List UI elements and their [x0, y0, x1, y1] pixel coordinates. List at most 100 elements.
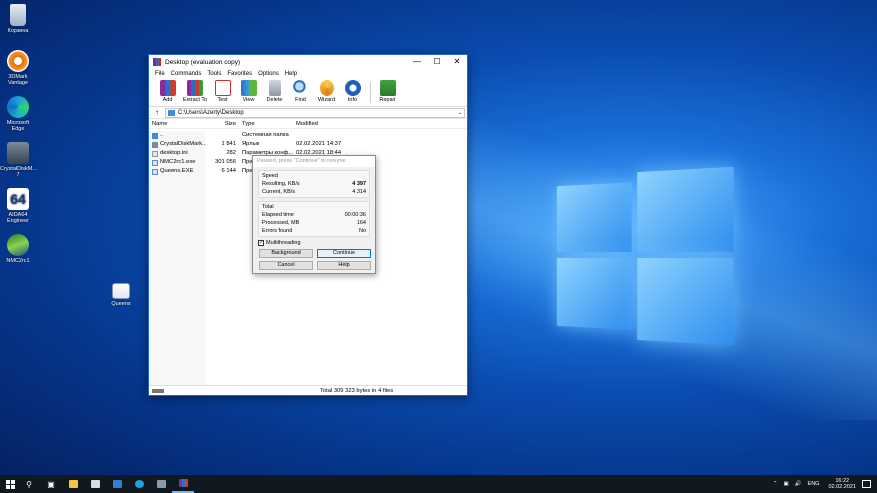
- desktop-icon-queens[interactable]: Queens: [103, 283, 139, 307]
- window-titlebar[interactable]: Desktop (evaluation copy) — ☐ ✕: [149, 55, 467, 69]
- menu-bar: File Commands Tools Favorites Options He…: [149, 69, 467, 79]
- menu-options[interactable]: Options: [255, 69, 282, 79]
- aida64-icon: 64: [7, 188, 29, 210]
- column-name[interactable]: Name: [149, 119, 206, 128]
- view-button[interactable]: View: [236, 79, 261, 106]
- extract-to-button[interactable]: Extract To: [181, 79, 209, 106]
- desktop-icon-3dmark[interactable]: 3DMark Vantage: [0, 50, 36, 86]
- toolbar: Add Extract To Test View Delete Find Wiz…: [149, 79, 467, 107]
- chevron-down-icon[interactable]: ⌄: [456, 110, 464, 116]
- search-icon[interactable]: ⚲: [18, 475, 40, 493]
- resulting-speed-value: 4 397: [352, 180, 366, 188]
- add-icon: [160, 80, 176, 96]
- edge-icon: [7, 96, 29, 118]
- edge-taskbar-icon[interactable]: [128, 475, 150, 493]
- status-text: Total 309 323 bytes in 4 files: [320, 386, 393, 396]
- display-icon[interactable]: [150, 475, 172, 493]
- up-arrow-icon[interactable]: ↑: [149, 108, 165, 117]
- desktop-icon-aida64[interactable]: 64 AIDA64 Engineer: [0, 188, 36, 224]
- start-button[interactable]: [4, 475, 18, 493]
- drive-icon[interactable]: [152, 389, 164, 393]
- checkmark-icon: ✓: [258, 240, 264, 246]
- cancel-button[interactable]: Cancel: [259, 261, 313, 270]
- info-button[interactable]: Info: [340, 79, 365, 106]
- add-button[interactable]: Add: [155, 79, 180, 106]
- view-icon: [241, 80, 257, 96]
- column-type[interactable]: Type: [238, 119, 294, 128]
- dialog-buttons: Background Continue Cancel Help: [259, 249, 375, 270]
- continue-button[interactable]: Continue: [317, 249, 371, 258]
- info-icon: [345, 80, 361, 96]
- benchmark-dialog: Paused, press "Continue" to resume Speed…: [252, 155, 376, 274]
- menu-commands[interactable]: Commands: [168, 69, 205, 79]
- exe-file-icon: [152, 169, 158, 175]
- windows-wallpaper-logo: [557, 167, 734, 346]
- test-button[interactable]: Test: [210, 79, 235, 106]
- clock[interactable]: 16:22 02.02.2021: [828, 478, 856, 491]
- exe-file-icon: [152, 160, 158, 166]
- address-field[interactable]: C:\Users\Azerty\Desktop ⌄: [165, 108, 465, 118]
- app-icon: [153, 58, 161, 66]
- maximize-button[interactable]: ☐: [427, 55, 447, 69]
- list-item[interactable]: CrystalDiskMark... 1 841 Ярлык 02.02.202…: [149, 140, 467, 149]
- 3dmark-icon: [7, 50, 29, 72]
- delete-button[interactable]: Delete: [262, 79, 287, 106]
- desktop-icon-recycle-bin[interactable]: Корзина: [0, 4, 36, 34]
- status-bar: Total 309 323 bytes in 4 files: [149, 385, 467, 395]
- current-speed-value: 4 314: [352, 188, 366, 196]
- chevron-up-icon[interactable]: ⌃: [773, 481, 778, 487]
- extract-icon: [187, 80, 203, 96]
- desktop-icon-nmc2rc1[interactable]: NMC2rc1: [0, 234, 36, 264]
- close-button[interactable]: ✕: [447, 55, 467, 69]
- repair-button[interactable]: Repair: [375, 79, 400, 106]
- test-icon: [215, 80, 231, 96]
- file-list-header: Name Size Type Modified: [149, 119, 467, 129]
- settings-file-icon: [152, 151, 158, 157]
- dialog-title: Paused, press "Continue" to resume: [253, 156, 375, 167]
- elapsed-time-value: 00:00:36: [345, 211, 366, 219]
- address-path: C:\Users\Azerty\Desktop: [178, 110, 456, 116]
- notification-icon[interactable]: [862, 480, 871, 488]
- find-icon: [293, 80, 309, 96]
- wizard-icon: [320, 80, 334, 96]
- mail-icon[interactable]: [106, 475, 128, 493]
- recycle-bin-icon: [10, 4, 26, 26]
- language-indicator[interactable]: ENG: [808, 481, 820, 487]
- crystaldiskmark-icon: [7, 142, 29, 164]
- menu-file[interactable]: File: [152, 69, 168, 79]
- desktop-icon-edge[interactable]: Microsoft Edge: [0, 96, 36, 132]
- system-tray: ⌃ ▣ 🔊 ENG 16:22 02.02.2021: [770, 475, 877, 493]
- help-button[interactable]: Help: [317, 261, 371, 270]
- desktop-icon-crystaldiskmark[interactable]: CrystalDiskM... 7: [0, 142, 36, 178]
- minimize-button[interactable]: —: [407, 55, 427, 69]
- menu-help[interactable]: Help: [282, 69, 300, 79]
- store-icon[interactable]: [84, 475, 106, 493]
- shortcut-icon: [152, 142, 158, 148]
- volume-icon[interactable]: 🔊: [795, 481, 802, 487]
- find-button[interactable]: Find: [288, 79, 313, 106]
- column-size[interactable]: Size: [206, 119, 238, 128]
- list-item[interactable]: .. Системная папка: [149, 131, 467, 140]
- menu-tools[interactable]: Tools: [204, 69, 224, 79]
- repair-icon: [380, 80, 396, 96]
- archiver-taskbar-icon[interactable]: [172, 475, 194, 493]
- delete-icon: [269, 80, 281, 96]
- errors-value: No: [359, 227, 366, 235]
- folder-icon: [168, 110, 175, 116]
- toolbar-separator: [370, 82, 371, 103]
- column-modified[interactable]: Modified: [294, 119, 354, 128]
- network-icon[interactable]: ▣: [783, 481, 788, 487]
- total-group: Total Elapsed time 00:00:36 Processed, MB…: [258, 201, 370, 237]
- window-title: Desktop (evaluation copy): [165, 59, 407, 66]
- speed-group: Speed Resulting, KB/s 4 397 Current, KB/s…: [258, 170, 370, 198]
- nmc2rc1-icon: [7, 234, 29, 256]
- file-explorer-icon[interactable]: [62, 475, 84, 493]
- background-button[interactable]: Background: [259, 249, 313, 258]
- menu-favorites[interactable]: Favorites: [224, 69, 255, 79]
- wizard-button[interactable]: Wizard: [314, 79, 339, 106]
- multithreading-checkbox[interactable]: ✓ Multithreading: [258, 240, 370, 246]
- folder-up-icon: [152, 133, 158, 139]
- task-view-icon[interactable]: ▣: [40, 475, 62, 493]
- queens-icon: [112, 283, 130, 299]
- taskbar: ⚲ ▣ ⌃ ▣ 🔊 ENG 16:22 02.02.2021: [0, 475, 877, 493]
